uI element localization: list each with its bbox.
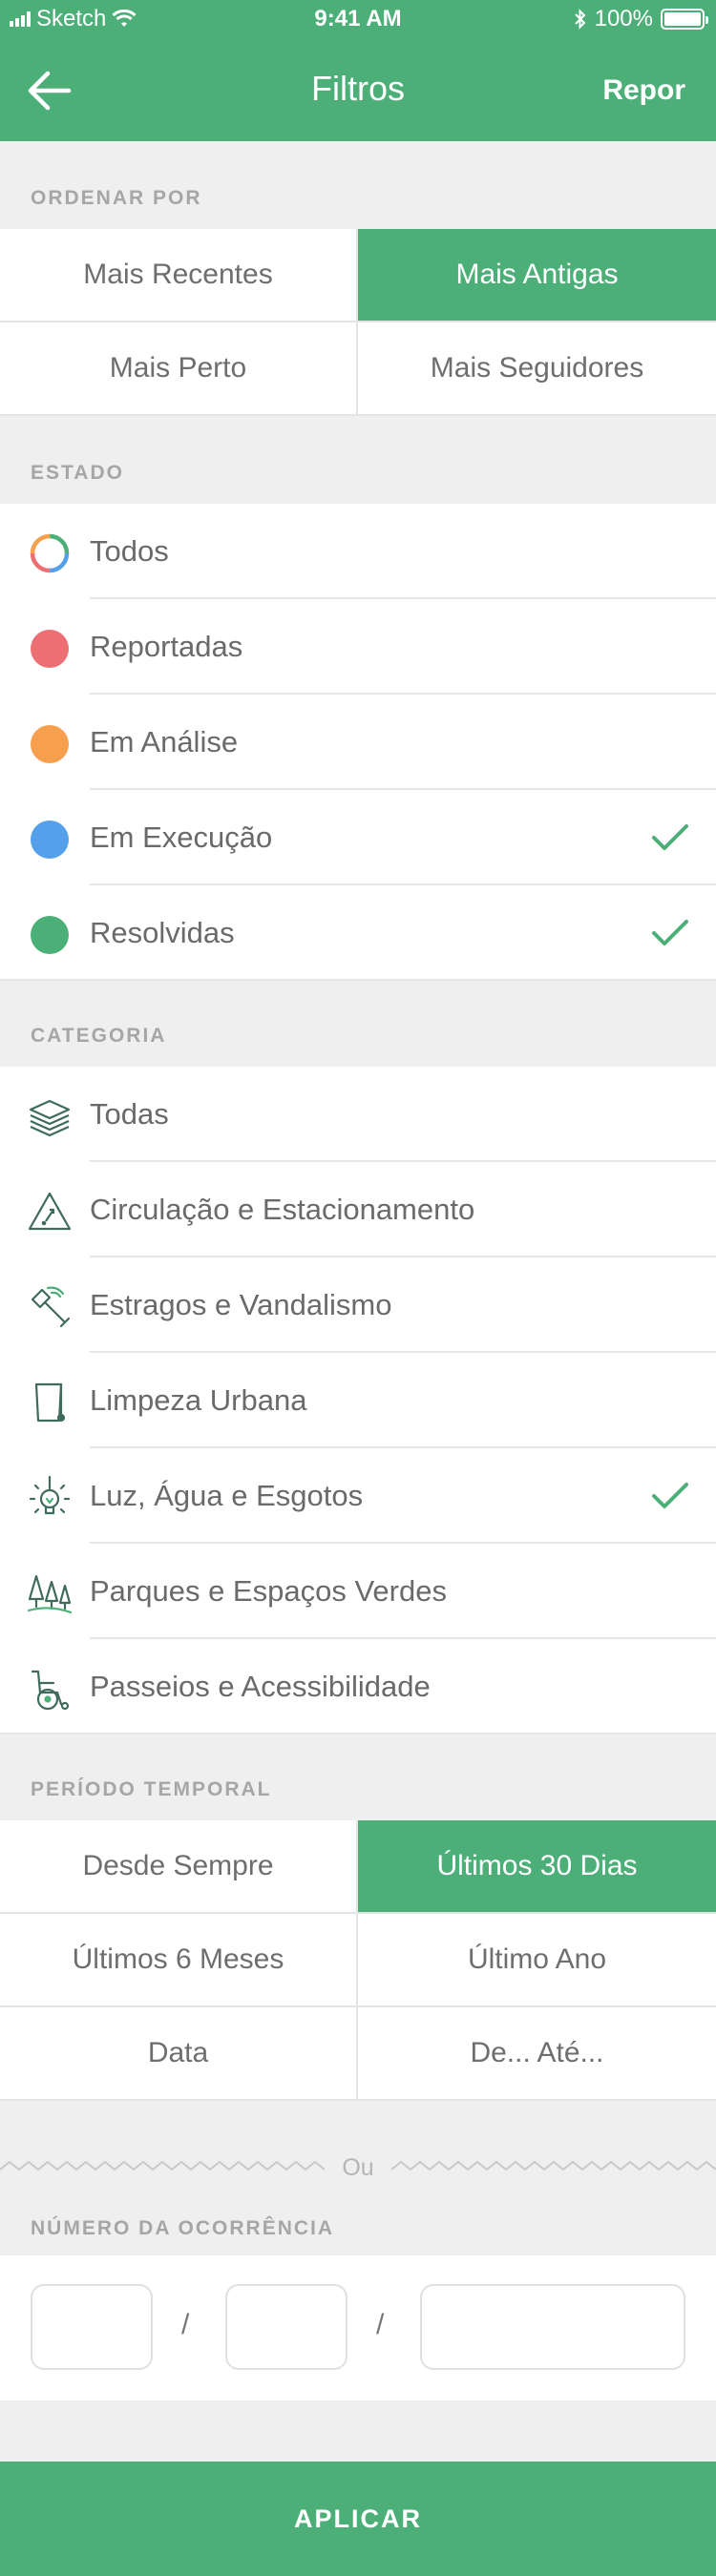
occurrence-separator: / (376, 2309, 385, 2340)
zigzag-right-icon (391, 2160, 716, 2171)
state-item-label: Em Análise (90, 725, 239, 758)
occurrence-panel: / / (0, 2255, 716, 2400)
state-item-reportadas[interactable]: Reportadas (0, 599, 716, 695)
category-list: Todas Circulação e Estacionamento Estrag… (0, 1067, 716, 1735)
category-item-label: Estragos e Vandalismo (90, 1288, 392, 1321)
state-section-header: ESTADO (31, 462, 124, 484)
state-item-em-analise[interactable]: Em Análise (0, 695, 716, 790)
orange-status-dot-icon (31, 725, 69, 763)
period-section-header: PERÍODO TEMPORAL (31, 1778, 272, 1800)
sort-option[interactable]: Mais Antigas (358, 229, 716, 322)
occurrence-separator: / (181, 2309, 190, 2340)
category-item-label: Luz, Água e Esgotos (90, 1479, 364, 1512)
battery-icon (661, 9, 708, 30)
occurrence-field-1[interactable] (31, 2284, 153, 2370)
period-option[interactable]: Últimos 6 Meses (0, 1914, 358, 2007)
category-item-label: Circulação e Estacionamento (90, 1193, 475, 1226)
state-list: Todos Reportadas Em Análise Em Execução … (0, 504, 716, 981)
state-item-label: Resolvidas (90, 916, 235, 949)
sort-section-header: ORDENAR POR (31, 187, 202, 209)
category-item-label: Limpeza Urbana (90, 1383, 307, 1417)
category-item-todas[interactable]: Todas (0, 1067, 716, 1162)
checkmark-icon (652, 824, 688, 850)
blue-status-dot-icon (31, 821, 69, 859)
sort-option[interactable]: Mais Perto (0, 322, 358, 416)
state-item-em-execucao[interactable]: Em Execução (0, 790, 716, 885)
period-option[interactable]: De... Até... (358, 2007, 716, 2101)
category-section-header: CATEGORIA (31, 1025, 167, 1047)
period-option[interactable]: Desde Sempre (0, 1820, 358, 1914)
category-item-label: Parques e Espaços Verdes (90, 1574, 447, 1608)
period-option[interactable]: Últimos 30 Dias (358, 1820, 716, 1914)
category-item-label: Passeios e Acessibilidade (90, 1670, 431, 1703)
nav-bar: Filtros Repor (0, 38, 716, 141)
period-options: Desde Sempre Últimos 30 Dias Últimos 6 M… (0, 1820, 716, 2101)
category-item-circulacao[interactable]: Circulação e Estacionamento (0, 1162, 716, 1257)
state-item-resolvidas[interactable]: Resolvidas (0, 885, 716, 981)
period-option[interactable]: Último Ano (358, 1914, 716, 2007)
occurrence-field-2[interactable] (225, 2284, 347, 2370)
state-item-label: Reportadas (90, 630, 243, 663)
category-item-label: Todas (90, 1097, 169, 1131)
trees-icon (27, 1574, 73, 1614)
status-bar: Sketch 9:41 AM 100% (0, 0, 716, 38)
wheelchair-icon (31, 1670, 70, 1711)
category-item-passeios[interactable]: Passeios e Acessibilidade (0, 1639, 716, 1735)
state-item-todos[interactable]: Todos (0, 504, 716, 599)
reset-button[interactable]: Repor (602, 74, 685, 107)
category-item-limpeza[interactable]: Limpeza Urbana (0, 1353, 716, 1448)
state-item-label: Todos (90, 534, 169, 568)
sort-option[interactable]: Mais Recentes (0, 229, 358, 322)
layers-icon (29, 1099, 71, 1137)
all-states-ring-icon (30, 533, 70, 573)
occurrence-field-3[interactable] (420, 2284, 685, 2370)
battery-percent: 100% (594, 6, 653, 31)
road-sign-icon (28, 1192, 72, 1231)
category-item-parques[interactable]: Parques e Espaços Verdes (0, 1544, 716, 1639)
sort-options: Mais Recentes Mais Antigas Mais Perto Ma… (0, 229, 716, 416)
sort-option[interactable]: Mais Seguidores (358, 322, 716, 416)
green-status-dot-icon (31, 916, 69, 954)
red-status-dot-icon (31, 630, 69, 668)
apply-button[interactable]: APLICAR (0, 2462, 716, 2576)
checkmark-icon (652, 1483, 688, 1508)
category-item-luz-agua[interactable]: Luz, Água e Esgotos (0, 1448, 716, 1544)
trash-bin-icon (34, 1382, 66, 1423)
bluetooth-icon (574, 9, 586, 30)
category-item-estragos[interactable]: Estragos e Vandalismo (0, 1257, 716, 1353)
hammer-icon (31, 1286, 71, 1328)
checkmark-icon (652, 920, 688, 945)
or-divider: Ou (0, 2149, 716, 2187)
occurrence-section-header: NÚMERO DA OCORRÊNCIA (31, 2217, 335, 2239)
period-option[interactable]: Data (0, 2007, 358, 2101)
lightbulb-icon (29, 1475, 71, 1515)
state-item-label: Em Execução (90, 821, 273, 854)
